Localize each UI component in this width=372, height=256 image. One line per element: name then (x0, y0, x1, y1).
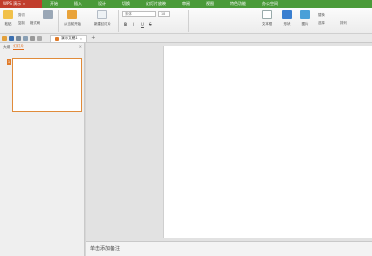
app-menu-button[interactable]: WPS 演示 ▾ (0, 0, 42, 8)
ribbon-toolbar: 粘贴 剪切 复制 格式刷 从当前开始 新建幻灯片 宋体 18 B I U S 文… (0, 8, 372, 34)
cut-button[interactable]: 剪切 (18, 12, 25, 17)
preview-icon[interactable] (23, 35, 28, 41)
panel-tabs: 大纲 幻灯片 (0, 43, 84, 51)
underline-button[interactable]: U (141, 22, 144, 27)
divider (188, 10, 189, 32)
menu-bar: WPS 演示 ▾ 开始 插入 设计 切换 幻灯片放映 审阅 视图 特色功能 办公… (0, 0, 372, 8)
presentation-icon (55, 36, 59, 41)
paste-button[interactable]: 粘贴 (3, 10, 13, 26)
undo-icon[interactable] (30, 35, 35, 41)
textbox-icon (262, 10, 273, 19)
notes-placeholder: 单击添加备注 (90, 246, 121, 252)
slide-editor (86, 43, 372, 241)
app-logo: WPS 演示 (3, 1, 22, 6)
slide-icon (97, 10, 108, 19)
tab-document[interactable]: 演示文稿1 ✕ (50, 34, 88, 42)
strikethrough-button[interactable]: S (149, 22, 152, 27)
print-icon[interactable] (16, 35, 21, 41)
new-slide-button[interactable]: 新建幻灯片 (94, 10, 111, 26)
close-icon[interactable]: × (79, 44, 82, 49)
menu-view[interactable]: 视图 (198, 0, 222, 8)
slides-panel: 大纲 幻灯片 × 1 (0, 43, 85, 256)
new-tab-button[interactable]: + (91, 35, 95, 41)
clipboard-icon (3, 10, 13, 19)
menu-design[interactable]: 设计 (90, 0, 114, 8)
play-icon (67, 10, 78, 19)
menu-slideshow[interactable]: 幻灯片放映 (138, 0, 174, 8)
tab-outline[interactable]: 大纲 (3, 45, 10, 50)
shape-button[interactable]: 形状 (282, 10, 292, 26)
font-size-select[interactable]: 18 (158, 11, 170, 17)
save-icon[interactable] (9, 35, 14, 41)
divider (118, 10, 119, 32)
open-folder-icon[interactable] (2, 35, 7, 41)
menu-features[interactable]: 特色功能 (222, 0, 254, 8)
italic-button[interactable]: I (133, 22, 134, 27)
arrange-button[interactable]: 排列 (340, 20, 347, 25)
shape-icon (282, 10, 292, 19)
font-name-select[interactable]: 宋体 (122, 11, 156, 17)
menu-insert[interactable]: 插入 (66, 0, 90, 8)
close-icon[interactable]: ✕ (80, 37, 83, 41)
copy-button[interactable]: 复制 (18, 20, 25, 25)
chevron-down-icon: ▾ (23, 2, 25, 6)
replace-button[interactable]: 替换 (318, 12, 325, 17)
menu-review[interactable]: 审阅 (174, 0, 198, 8)
divider (58, 10, 59, 32)
play-from-current-button[interactable]: 从当前开始 (64, 10, 81, 26)
bold-button[interactable]: B (124, 22, 127, 27)
slide-number-badge: 1 (7, 59, 11, 65)
format-painter-button[interactable]: 格式刷 (30, 20, 40, 25)
brush-icon (43, 10, 53, 19)
document-title: 演示文稿1 (61, 36, 78, 40)
textbox-button[interactable]: 文本框 (262, 10, 272, 26)
menu-office-space[interactable]: 办公空间 (254, 0, 286, 8)
document-tab-bar: 演示文稿1 ✕ + (0, 34, 372, 43)
menu-transition[interactable]: 切换 (114, 0, 138, 8)
slide-canvas[interactable] (163, 46, 372, 238)
slide-thumbnail[interactable] (12, 58, 82, 112)
brush-icon-button[interactable] (43, 10, 53, 19)
menu-home[interactable]: 开始 (42, 0, 66, 8)
tab-slides[interactable]: 幻灯片 (13, 44, 24, 50)
select-button[interactable]: 选择 (318, 20, 325, 25)
redo-icon[interactable] (37, 35, 42, 41)
picture-button[interactable]: 图片 (300, 10, 310, 26)
picture-icon (300, 10, 310, 19)
notes-pane[interactable]: 单击添加备注 (86, 241, 372, 256)
